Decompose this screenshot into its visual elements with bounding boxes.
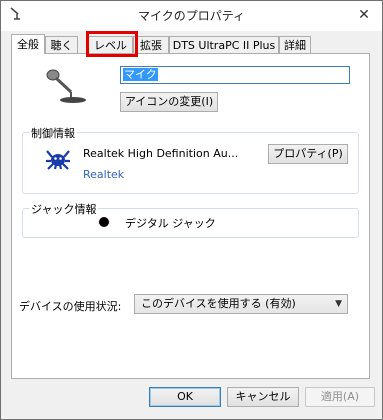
jack-indicator-icon — [99, 217, 109, 227]
controller-name: Realtek High Definition Au... — [83, 147, 239, 160]
tab-general[interactable]: 全般 — [11, 34, 45, 54]
window-title: マイクのプロパティ — [137, 9, 246, 23]
tab-advanced[interactable]: 詳細 — [279, 36, 311, 53]
ok-button[interactable]: OK — [149, 387, 221, 407]
cancel-button[interactable]: キャンセル — [227, 387, 299, 407]
jack-info-label: ジャック情報 — [29, 201, 99, 217]
chevron-down-icon: ▼ — [335, 299, 342, 309]
tab-enhancements[interactable]: 拡張 — [133, 36, 169, 53]
device-usage-select[interactable]: このデバイスを使用する (有効) ▼ — [134, 294, 348, 314]
change-icon-button[interactable]: アイコンの変更(I) — [120, 92, 218, 112]
device-usage-label: デバイスの使用状況: — [19, 300, 122, 313]
microphone-icon — [46, 69, 86, 103]
realtek-crab-icon — [46, 150, 70, 170]
close-button[interactable]: ✕ — [354, 5, 374, 25]
control-info-group: 制御情報 Realtek High Definition Au... Realt… — [22, 125, 359, 194]
general-panel: マイク アイコンの変更(I) 制御情報 Realtek High Definit… — [11, 53, 370, 379]
tab-levels[interactable]: レベル — [88, 36, 133, 53]
title-bar: マイクのプロパティ ✕ — [1, 1, 382, 31]
properties-button[interactable]: プロパティ(P) — [268, 144, 348, 164]
tab-listen[interactable]: 聴く — [45, 36, 78, 53]
properties-dialog: マイクのプロパティ ✕ 全般 聴く レベル 拡張 DTS UltraPC II … — [0, 0, 383, 420]
jack-info-group: ジャック情報 デジタル ジャック — [22, 201, 359, 238]
device-usage-value: このデバイスを使用する (有効) — [141, 297, 296, 310]
device-name-field[interactable]: マイク — [120, 66, 350, 84]
apply-button[interactable]: 適用(A) — [305, 387, 375, 407]
tab-dts-ultrapc[interactable]: DTS UltraPC II Plus — [169, 36, 279, 53]
control-info-label: 制御情報 — [29, 125, 77, 141]
device-name-value: マイク — [123, 68, 158, 81]
jack-text: デジタル ジャック — [125, 217, 216, 230]
vendor-link[interactable]: Realtek — [83, 168, 124, 181]
